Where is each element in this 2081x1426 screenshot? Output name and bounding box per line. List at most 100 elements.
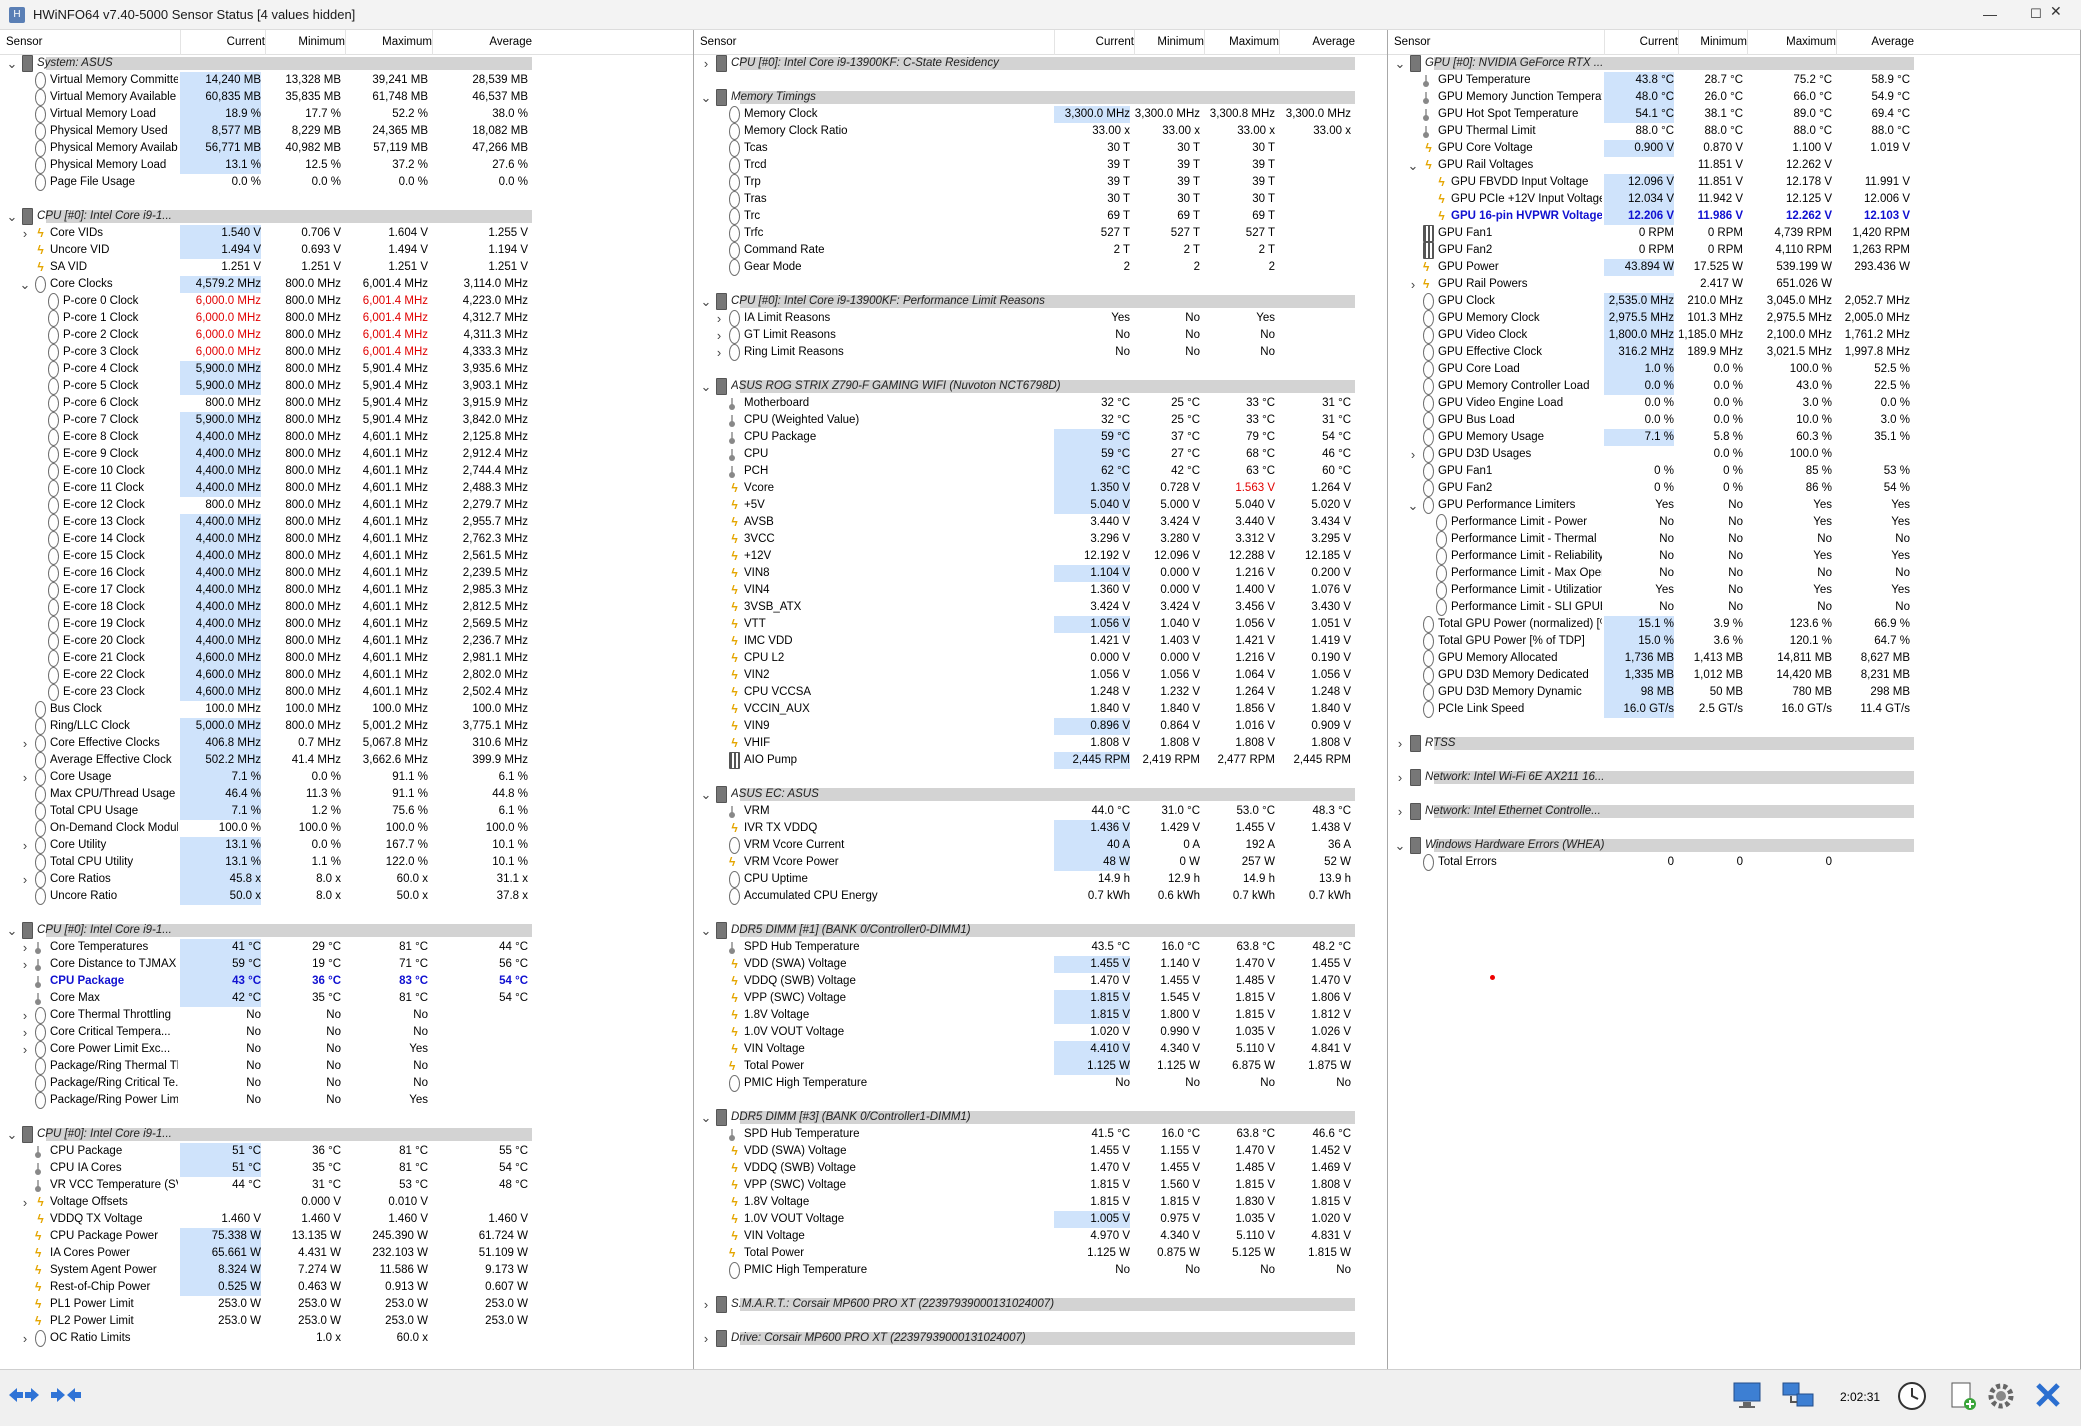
- sensor-row[interactable]: › IA Limit Reasons Yes No Yes: [694, 310, 1387, 327]
- sensor-row[interactable]: ϟ PL2 Power Limit 253.0 W 253.0 W 253.0 W 253…: [0, 1313, 693, 1331]
- sensor-row[interactable]: › Core Usage 7.1 % 0.0 % 91.1 % 6.1 %: [0, 769, 693, 786]
- sensor-group-header[interactable]: › CPU [#0]: Intel Core i9-13900KF: C-Stat…: [694, 55, 1387, 72]
- expand-chevron-icon[interactable]: ›: [713, 344, 725, 361]
- collapse-chevron-icon[interactable]: ⌄: [6, 55, 18, 72]
- sensor-row[interactable]: ϟ Vcore 1.350 V 0.728 V 1.563 V 1.264 V: [694, 480, 1387, 498]
- header-current[interactable]: Current: [1604, 36, 1678, 48]
- sensor-row[interactable]: › ϟ Voltage Offsets 0.000 V 0.010 V: [0, 1194, 693, 1212]
- sensor-row[interactable]: GPU Video Engine Load 0.0 % 0.0 % 3.0 % 0.0 …: [1388, 395, 2080, 412]
- expand-chevron-icon[interactable]: ›: [19, 225, 31, 242]
- sensor-row[interactable]: GPU Memory Controller Load 0.0 % 0.0 % 43.0…: [1388, 378, 2080, 395]
- sensor-row[interactable]: ϟ 3VSB_ATX 3.424 V 3.424 V 3.456 V 3.430 V: [694, 599, 1387, 617]
- sensor-row[interactable]: Core Max 42 °C 35 °C 81 °C 54 °C: [0, 990, 693, 1007]
- sensor-row[interactable]: ⌄ GPU Performance Limiters Yes No Yes Yes: [1388, 497, 2080, 514]
- header-minimum[interactable]: Minimum: [265, 36, 345, 48]
- expand-chevron-icon[interactable]: ›: [19, 1007, 31, 1024]
- collapse-chevron-icon[interactable]: ⌄: [1407, 157, 1419, 174]
- expand-chevron-icon[interactable]: ›: [713, 327, 725, 344]
- sensor-row[interactable]: GPU Video Clock 1,800.0 MHz 1,185.0 MHz 2,1…: [1388, 327, 2080, 344]
- sensor-row[interactable]: Gear Mode 2 2 2: [694, 259, 1387, 276]
- sensor-row[interactable]: › Core Thermal Throttling No No No: [0, 1007, 693, 1024]
- sensor-row[interactable]: ϟ GPU FBVDD Input Voltage 12.096 V 11.851 V…: [1388, 174, 2080, 192]
- sensor-row[interactable]: ϟ VCCIN_AUX 1.840 V 1.840 V 1.856 V 1.840 V: [694, 701, 1387, 719]
- header-sensor[interactable]: Sensor: [700, 36, 736, 48]
- sensor-row[interactable]: E-core 17 Clock 4,400.0 MHz 800.0 MHz 4,601…: [0, 582, 693, 599]
- sensor-row[interactable]: › ϟ GPU Rail Powers 2.417 W 651.026 W: [1388, 276, 2080, 294]
- expand-chevron-icon[interactable]: ›: [19, 1024, 31, 1041]
- sensor-row[interactable]: ϟ VHIF 1.808 V 1.808 V 1.808 V 1.808 V: [694, 735, 1387, 753]
- sensor-row[interactable]: › OC Ratio Limits 1.0 x 60.0 x: [0, 1330, 693, 1347]
- sensor-row[interactable]: ϟ 1.8V Voltage 1.815 V 1.815 V 1.830 V 1.815 …: [694, 1194, 1387, 1212]
- sensor-row[interactable]: ϟ IMC VDD 1.421 V 1.403 V 1.421 V 1.419 V: [694, 633, 1387, 651]
- navigate-arrows-icon[interactable]: [4, 1380, 44, 1416]
- collapse-chevron-icon[interactable]: ⌄: [700, 89, 712, 106]
- header-sensor[interactable]: Sensor: [6, 36, 42, 48]
- sensor-row[interactable]: GPU Effective Clock 316.2 MHz 189.9 MHz 3,0…: [1388, 344, 2080, 361]
- sensor-row[interactable]: Virtual Memory Load 18.9 % 17.7 % 52.2 % 38.…: [0, 106, 693, 123]
- sensor-row[interactable]: E-core 20 Clock 4,400.0 MHz 800.0 MHz 4,601…: [0, 633, 693, 650]
- expand-chevron-icon[interactable]: ›: [1394, 769, 1406, 786]
- sensor-row[interactable]: SPD Hub Temperature 43.5 °C 16.0 °C 63.8 °C…: [694, 939, 1387, 956]
- sensor-row[interactable]: Command Rate 2 T 2 T 2 T: [694, 242, 1387, 259]
- sensor-panel-1[interactable]: Sensor Current Minimum Maximum Average ⌄ Syste…: [0, 30, 694, 1369]
- sensor-row[interactable]: CPU Package 51 °C 36 °C 81 °C 55 °C: [0, 1143, 693, 1160]
- sensor-row[interactable]: Motherboard 32 °C 25 °C 33 °C 31 °C: [694, 395, 1387, 412]
- sensor-row[interactable]: E-core 12 Clock 800.0 MHz 800.0 MHz 4,601.1…: [0, 497, 693, 514]
- sensor-panel-3[interactable]: Sensor Current Minimum Maximum Average ⌄ GPU […: [1388, 30, 2081, 1369]
- expand-chevron-icon[interactable]: ›: [1407, 276, 1419, 293]
- sensor-row[interactable]: CPU Package 59 °C 37 °C 79 °C 54 °C: [694, 429, 1387, 446]
- sensor-row[interactable]: PCH 62 °C 42 °C 63 °C 60 °C: [694, 463, 1387, 480]
- sensor-row[interactable]: GPU Temperature 43.8 °C 28.7 °C 75.2 °C 58.9…: [1388, 72, 2080, 89]
- sensor-row[interactable]: ϟ GPU PCIe +12V Input Voltage 12.034 V 11.9…: [1388, 191, 2080, 209]
- header-average[interactable]: Average: [1836, 36, 1914, 48]
- sensor-row[interactable]: Trc 69 T 69 T 69 T: [694, 208, 1387, 225]
- header-current[interactable]: Current: [1054, 36, 1134, 48]
- expand-chevron-icon[interactable]: ›: [19, 837, 31, 854]
- sensor-row[interactable]: Average Effective Clock 502.2 MHz 41.4 MHz…: [0, 752, 693, 769]
- sensor-row[interactable]: ϟ AVSB 3.440 V 3.424 V 3.440 V 3.434 V: [694, 514, 1387, 532]
- sensor-row[interactable]: GPU Bus Load 0.0 % 0.0 % 10.0 % 3.0 %: [1388, 412, 2080, 429]
- sensor-row[interactable]: GPU Thermal Limit 88.0 °C 88.0 °C 88.0 °C 88…: [1388, 123, 2080, 140]
- header-minimum[interactable]: Minimum: [1678, 36, 1747, 48]
- sensor-group-header[interactable]: › Network: Intel Ethernet Controlle...: [1388, 803, 2080, 820]
- expand-chevron-icon[interactable]: ›: [700, 55, 712, 72]
- expand-chevron-icon[interactable]: ›: [1394, 803, 1406, 820]
- sensor-row[interactable]: ϟ VDD (SWA) Voltage 1.455 V 1.140 V 1.470 V 1…: [694, 956, 1387, 974]
- sensor-row[interactable]: ϟ SA VID 1.251 V 1.251 V 1.251 V 1.251 V: [0, 259, 693, 277]
- expand-chevron-icon[interactable]: ›: [700, 1296, 712, 1313]
- sensor-row[interactable]: ⌄ Core Clocks 4,579.2 MHz 800.0 MHz 6,001.4 …: [0, 276, 693, 293]
- sensor-row[interactable]: P-core 1 Clock 6,000.0 MHz 800.0 MHz 6,001.…: [0, 310, 693, 327]
- sensor-group-header[interactable]: › Drive: Corsair MP600 PRO XT (2239793900…: [694, 1330, 1387, 1347]
- collapse-chevron-icon[interactable]: ⌄: [1394, 837, 1406, 854]
- sensor-row[interactable]: Physical Memory Available 56,771 MB 40,982…: [0, 140, 693, 157]
- sensor-row[interactable]: AIO Pump 2,445 RPM 2,419 RPM 2,477 RPM 2,445…: [694, 752, 1387, 769]
- sensor-row[interactable]: ϟ 1.0V VOUT Voltage 1.005 V 0.975 V 1.035 V 1…: [694, 1211, 1387, 1229]
- sensor-row[interactable]: ϟ Uncore VID 1.494 V 0.693 V 1.494 V 1.194 V: [0, 242, 693, 260]
- sensor-row[interactable]: Memory Clock Ratio 33.00 x 33.00 x 33.00 x 3…: [694, 123, 1387, 140]
- sensor-row[interactable]: E-core 13 Clock 4,400.0 MHz 800.0 MHz 4,601…: [0, 514, 693, 531]
- header-minimum[interactable]: Minimum: [1134, 36, 1204, 48]
- collapse-chevron-icon[interactable]: ⌄: [6, 208, 18, 225]
- sensor-row[interactable]: ϟ VPP (SWC) Voltage 1.815 V 1.545 V 1.815 V 1…: [694, 990, 1387, 1008]
- network-icon[interactable]: [1779, 1380, 1819, 1416]
- monitor-icon[interactable]: [1728, 1380, 1768, 1416]
- sensor-row[interactable]: Total GPU Power [% of TDP] 15.0 % 3.6 % 120…: [1388, 633, 2080, 650]
- expand-chevron-icon[interactable]: ›: [700, 1330, 712, 1347]
- sensor-row[interactable]: ϟ GPU 16-pin HVPWR Voltage 12.206 V 11.986 …: [1388, 208, 2080, 226]
- sensor-row[interactable]: Package/Ring Thermal Th... No No No: [0, 1058, 693, 1075]
- expand-chevron-icon[interactable]: ›: [1394, 735, 1406, 752]
- sensor-row[interactable]: PMIC High Temperature No No No No: [694, 1075, 1387, 1092]
- sensor-row[interactable]: ϟ GPU Power 43.894 W 17.525 W 539.199 W 293.4…: [1388, 259, 2080, 277]
- sensor-row[interactable]: Trcd 39 T 39 T 39 T: [694, 157, 1387, 174]
- sensor-row[interactable]: E-core 23 Clock 4,600.0 MHz 800.0 MHz 4,601…: [0, 684, 693, 701]
- sensor-row[interactable]: ϟ VDDQ (SWB) Voltage 1.470 V 1.455 V 1.485 V…: [694, 973, 1387, 991]
- sensor-row[interactable]: P-core 0 Clock 6,000.0 MHz 800.0 MHz 6,001.…: [0, 293, 693, 310]
- sensor-row[interactable]: ϟ VRM Vcore Power 48 W 0 W 257 W 52 W: [694, 854, 1387, 872]
- sensor-group-header[interactable]: ⌄ Windows Hardware Errors (WHEA): [1388, 837, 2080, 854]
- sensor-group-header[interactable]: ⌄ CPU [#0]: Intel Core i9-1...: [0, 922, 693, 939]
- sensor-row[interactable]: Package/Ring Critical Te... No No No: [0, 1075, 693, 1092]
- sensor-row[interactable]: CPU 59 °C 27 °C 68 °C 46 °C: [694, 446, 1387, 463]
- minimize-button[interactable]: —: [1967, 0, 2013, 30]
- sensor-group-header[interactable]: ⌄ System: ASUS: [0, 55, 693, 72]
- sensor-row[interactable]: Trfc 527 T 527 T 527 T: [694, 225, 1387, 242]
